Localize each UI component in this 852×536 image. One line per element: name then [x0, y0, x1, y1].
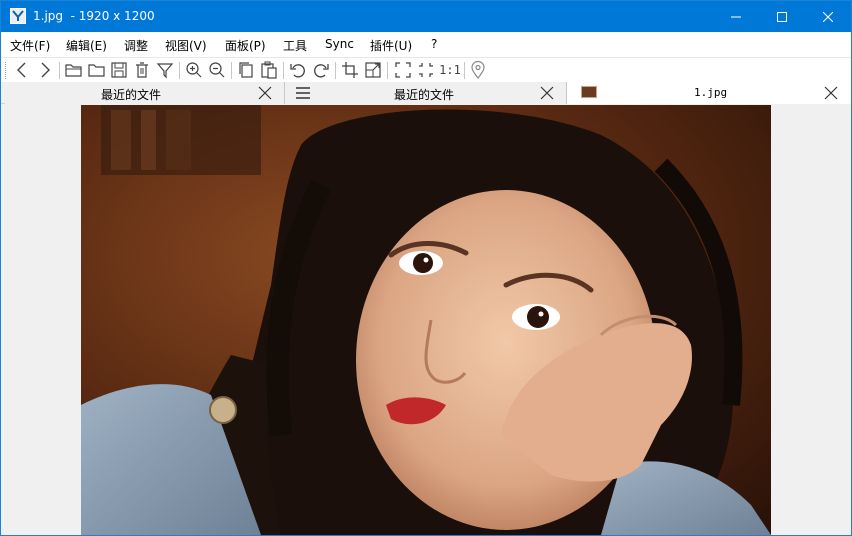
menu-plugins[interactable]: 插件(U) — [370, 37, 412, 54]
toolbar-grip[interactable] — [5, 62, 7, 79]
close-icon[interactable] — [539, 85, 555, 101]
rotate-right-icon[interactable] — [311, 60, 331, 80]
tab-bar: 最近的文件 最近的文件 1.jpg — [1, 82, 851, 104]
crop-icon[interactable] — [340, 60, 360, 80]
tab-image-file[interactable]: 1.jpg — [567, 82, 851, 104]
actual-size-icon[interactable]: 1:1 — [439, 60, 461, 80]
zoom-out-icon[interactable] — [207, 60, 227, 80]
menu-sync[interactable]: Sync — [325, 37, 354, 51]
menu-adjust[interactable]: 调整 — [124, 37, 148, 54]
toolbar-divider — [387, 62, 388, 79]
displayed-photo — [81, 105, 771, 535]
save-icon[interactable] — [109, 60, 129, 80]
app-logo-icon — [10, 8, 26, 24]
thumbnail-icon — [581, 86, 597, 98]
back-icon[interactable] — [12, 60, 32, 80]
menu-tools[interactable]: 工具 — [283, 37, 307, 54]
folder-icon[interactable] — [87, 60, 107, 80]
rotate-left-icon[interactable] — [288, 60, 308, 80]
tab-label: 最近的文件 — [101, 88, 162, 102]
forward-icon[interactable] — [35, 60, 55, 80]
open-folder-icon[interactable] — [64, 60, 84, 80]
close-icon[interactable] — [823, 85, 839, 101]
tab-label: 1.jpg — [694, 86, 728, 99]
fit-icon[interactable] — [416, 60, 436, 80]
menu-view[interactable]: 视图(V) — [165, 37, 207, 54]
resize-icon[interactable] — [363, 60, 383, 80]
tab-recent-files-2[interactable]: 最近的文件 — [285, 82, 567, 104]
menu-icon[interactable] — [295, 85, 311, 101]
toolbar-divider — [59, 62, 60, 79]
copy-icon[interactable] — [236, 60, 256, 80]
close-icon[interactable] — [257, 85, 273, 101]
toolbar-divider — [231, 62, 232, 79]
window-title: 1.jpg - 1920 x 1200 — [33, 9, 155, 23]
image-viewer[interactable] — [1, 105, 851, 535]
menu-edit[interactable]: 编辑(E) — [66, 37, 107, 54]
filter-icon[interactable] — [155, 60, 175, 80]
fullscreen-icon[interactable] — [393, 60, 413, 80]
minimize-button[interactable] — [713, 1, 759, 32]
maximize-button[interactable] — [759, 1, 805, 32]
menu-file[interactable]: 文件(F) — [10, 37, 50, 54]
tab-label: 最近的文件 — [394, 88, 455, 102]
toolbar: 1:1 — [1, 57, 851, 82]
menu-help[interactable]: ? — [431, 37, 437, 51]
tab-recent-files-1[interactable]: 最近的文件 — [5, 82, 285, 104]
paste-icon[interactable] — [259, 60, 279, 80]
delete-icon[interactable] — [132, 60, 152, 80]
menu-panel[interactable]: 面板(P) — [225, 37, 266, 54]
toolbar-divider — [335, 62, 336, 79]
zoom-in-icon[interactable] — [184, 60, 204, 80]
toolbar-divider — [283, 62, 284, 79]
app-window: 1.jpg - 1920 x 1200 文件(F) 编辑(E) 调整 视图(V)… — [0, 0, 852, 536]
toolbar-divider — [464, 62, 465, 79]
close-button[interactable] — [805, 1, 851, 32]
toolbar-divider — [179, 62, 180, 79]
menu-bar: 文件(F) 编辑(E) 调整 视图(V) 面板(P) 工具 Sync 插件(U)… — [1, 32, 851, 57]
title-bar[interactable]: 1.jpg - 1920 x 1200 — [1, 1, 851, 32]
location-icon[interactable] — [468, 60, 488, 80]
